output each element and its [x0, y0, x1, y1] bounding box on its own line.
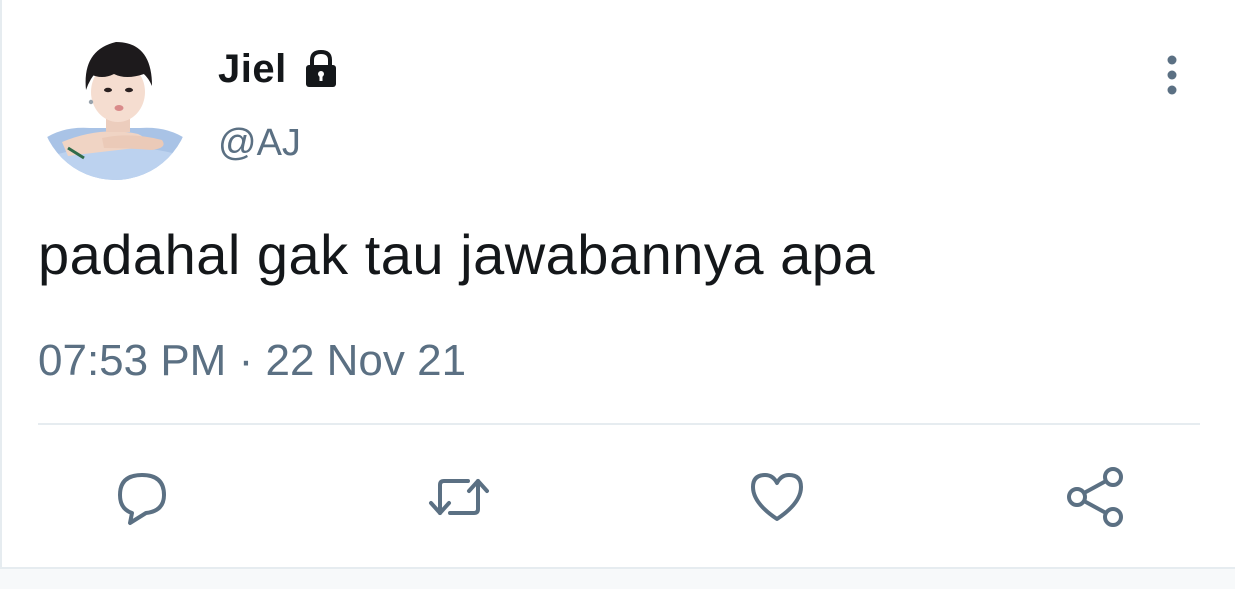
- tweet-date: 22 Nov 21: [265, 336, 467, 385]
- divider: [38, 423, 1200, 425]
- tweet-card: Jiel @AJ padahal gak tau jawabannya apa …: [0, 0, 1235, 589]
- like-icon: [751, 473, 803, 521]
- reply-icon: [118, 473, 166, 525]
- more-options-button[interactable]: [1152, 52, 1192, 98]
- retweet-icon: [429, 479, 489, 515]
- author-handle[interactable]: @AJ: [218, 122, 301, 165]
- reply-button[interactable]: [107, 462, 177, 532]
- retweet-button[interactable]: [424, 462, 494, 532]
- share-icon: [1067, 467, 1123, 527]
- tweet-timestamp[interactable]: 07:53 PM · 22 Nov 21: [38, 336, 466, 386]
- lock-icon: [299, 47, 343, 91]
- more-vertical-icon: [1167, 55, 1177, 95]
- meta-separator: ·: [238, 336, 254, 385]
- display-name[interactable]: Jiel: [218, 47, 287, 92]
- author-name-row[interactable]: Jiel: [218, 44, 343, 94]
- bottom-border: [0, 567, 1235, 589]
- left-border: [0, 0, 2, 587]
- tweet-time: 07:53 PM: [38, 336, 227, 385]
- avatar[interactable]: [40, 30, 190, 180]
- like-button[interactable]: [742, 462, 812, 532]
- tweet-text: padahal gak tau jawabannya apa: [38, 223, 876, 286]
- share-button[interactable]: [1060, 462, 1130, 532]
